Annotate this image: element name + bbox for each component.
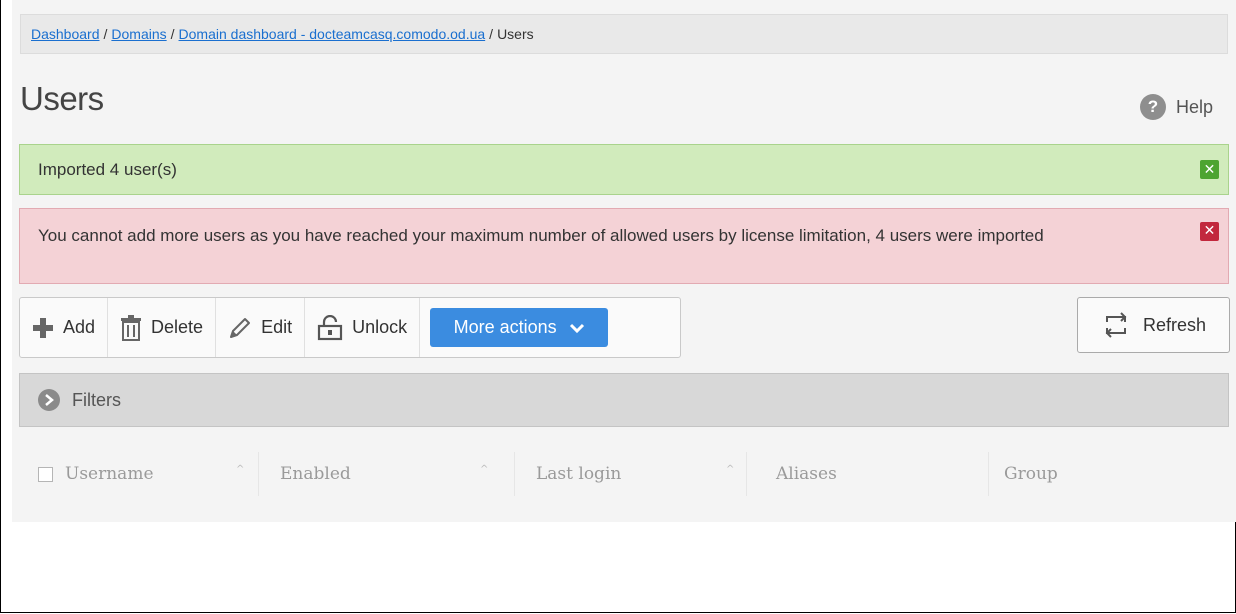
add-label: Add: [63, 317, 96, 337]
page-title: Users: [20, 80, 104, 117]
unlock-icon: [317, 314, 343, 340]
breadcrumb: Dashboard / Domains / Domain dashboard -…: [20, 14, 1228, 54]
column-divider: [258, 452, 259, 496]
refresh-label: Refresh: [1142, 314, 1207, 335]
column-header-last-login[interactable]: Last login ^: [514, 446, 746, 502]
breadcrumb-link-domains[interactable]: Domains: [111, 26, 166, 42]
column-header-aliases[interactable]: Aliases: [746, 446, 988, 502]
unlock-button[interactable]: Unlock: [305, 298, 421, 357]
delete-button[interactable]: Delete: [108, 298, 217, 357]
delete-label: Delete: [151, 317, 204, 337]
column-header-enabled[interactable]: Enabled ^: [258, 446, 514, 502]
breadcrumb-link-dashboard[interactable]: Dashboard: [31, 26, 100, 42]
column-divider: [746, 452, 747, 496]
column-label: Group: [1004, 464, 1058, 484]
action-toolbar: Add Delete Edit Unlock More actions: [19, 297, 681, 358]
add-button[interactable]: Add: [20, 298, 109, 357]
trash-icon: [121, 314, 142, 341]
question-icon: ?: [1139, 94, 1166, 120]
help-button[interactable]: ? Help: [1139, 94, 1213, 120]
help-label: Help: [1175, 96, 1213, 117]
edit-button[interactable]: Edit: [216, 298, 306, 357]
filters-label: Filters: [72, 389, 121, 410]
more-actions-button[interactable]: More actions: [430, 308, 609, 347]
close-icon[interactable]: ✕: [1200, 160, 1219, 179]
column-divider: [988, 452, 989, 496]
chevron-right-icon: [38, 389, 60, 411]
success-alert-text: Imported 4 user(s): [38, 159, 177, 179]
column-header-group[interactable]: Group: [988, 446, 1228, 502]
select-all-checkbox[interactable]: [38, 466, 53, 482]
more-actions-label: More actions: [453, 317, 557, 337]
plus-icon: [33, 317, 53, 338]
edit-label: Edit: [261, 317, 293, 337]
pencil-icon: [230, 317, 251, 338]
column-label: Username: [65, 464, 154, 484]
error-alert-text: You cannot add more users as you have re…: [38, 226, 1044, 245]
breadcrumb-current: Users: [497, 26, 534, 42]
error-alert: You cannot add more users as you have re…: [19, 208, 1229, 284]
filters-toggle[interactable]: Filters: [19, 373, 1229, 427]
close-icon[interactable]: ✕: [1200, 222, 1219, 241]
sort-icon: ^: [480, 464, 489, 475]
column-divider: [514, 452, 515, 496]
unlock-label: Unlock: [352, 317, 408, 337]
breadcrumb-separator: /: [489, 26, 494, 42]
success-alert: Imported 4 user(s) ✕: [19, 144, 1229, 195]
refresh-button[interactable]: Refresh: [1077, 297, 1230, 353]
column-label: Last login: [536, 464, 622, 484]
column-label: Enabled: [280, 464, 351, 484]
sort-icon: ^: [236, 464, 245, 475]
breadcrumb-separator: /: [103, 26, 108, 42]
breadcrumb-separator: /: [170, 26, 175, 42]
sort-icon: ^: [726, 464, 735, 475]
column-label: Aliases: [776, 464, 837, 484]
column-header-username[interactable]: Username ^: [20, 446, 258, 502]
breadcrumb-link-domain-dashboard[interactable]: Domain dashboard - docteamcasq.comodo.od…: [179, 26, 486, 42]
chevron-down-icon: [569, 323, 584, 333]
table-header: Username ^ Enabled ^ Last login ^ Aliase…: [20, 446, 1228, 502]
refresh-icon: [1105, 312, 1127, 338]
